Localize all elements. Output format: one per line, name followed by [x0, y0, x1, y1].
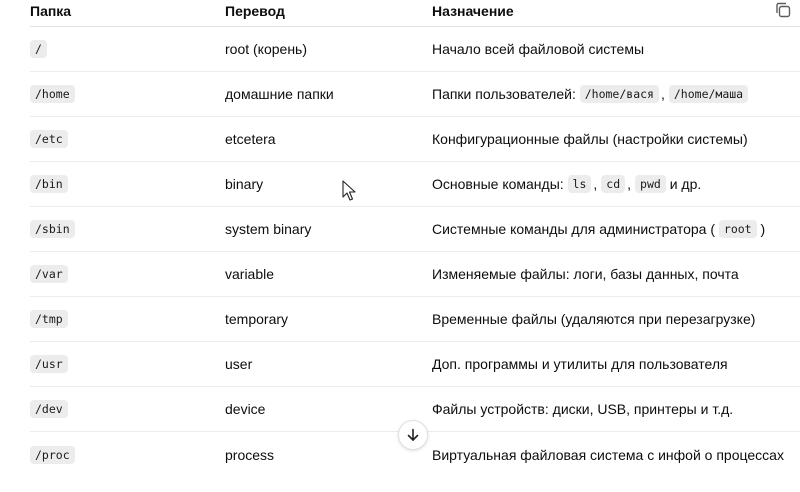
copy-icon[interactable] — [774, 1, 792, 19]
purpose-cell: Начало всей файловой системы — [432, 41, 645, 57]
folder-code: / — [30, 40, 47, 58]
table-header: Папка Перевод Назначение — [30, 0, 800, 27]
comma: , — [660, 86, 665, 102]
translation-cell: system binary — [225, 221, 312, 237]
table-row: /sbin system binary Системные команды дл… — [30, 207, 800, 252]
folder-code: /usr — [30, 355, 68, 373]
purpose-cell: Виртуальная файловая система с инфой о п… — [432, 446, 784, 463]
folder-code: /tmp — [30, 310, 68, 328]
inline-code: cd — [601, 175, 626, 193]
purpose-cell: Конфигурационные файлы (настройки систем… — [432, 131, 748, 147]
table-row: /etc etcetera Конфигурационные файлы (на… — [30, 117, 800, 162]
purpose-text: ) — [760, 221, 766, 237]
folder-code: /var — [30, 265, 68, 283]
header-folder: Папка — [30, 3, 72, 19]
purpose-cell: Файлы устройств: диски, USB, принтеры и … — [432, 401, 734, 417]
table-row: /usr user Доп. программы и утилиты для п… — [30, 342, 800, 387]
folder-code: /dev — [30, 400, 68, 418]
inline-code: root — [718, 220, 757, 238]
purpose-text: Основные команды: — [432, 176, 564, 192]
folder-code: /etc — [30, 130, 68, 148]
folder-code: /home — [30, 85, 75, 103]
folders-table: Папка Перевод Назначение / root (корень)… — [30, 0, 800, 477]
purpose-cell: Временные файлы (удаляются при перезагру… — [432, 311, 756, 327]
translation-cell: root (корень) — [225, 41, 308, 57]
header-translation: Перевод — [225, 3, 285, 19]
inline-code: ls — [567, 175, 592, 193]
comma: , — [627, 176, 632, 192]
table-row: /var variable Изменяемые файлы: логи, ба… — [30, 252, 800, 297]
translation-cell: variable — [225, 266, 275, 282]
inline-code: pwd — [635, 175, 666, 193]
mouse-pointer-icon — [342, 180, 356, 201]
arrow-down-icon — [405, 427, 421, 443]
purpose-text: Папки пользователей: — [432, 86, 576, 102]
folder-code: /bin — [30, 175, 68, 193]
translation-cell: user — [225, 356, 253, 372]
purpose-text: Системные команды для администратора ( — [432, 221, 716, 237]
scroll-to-bottom-button[interactable] — [398, 420, 428, 450]
header-purpose: Назначение — [432, 3, 514, 19]
translation-cell: binary — [225, 176, 264, 192]
inline-code: /home/вася — [579, 85, 659, 103]
folder-code: /sbin — [30, 220, 75, 238]
inline-code: /home/маша — [668, 85, 749, 103]
table-row: /tmp temporary Временные файлы (удаляютс… — [30, 297, 800, 342]
purpose-text: и др. — [669, 176, 702, 192]
purpose-cell: Системные команды для администратора ( r… — [432, 207, 800, 251]
translation-cell: temporary — [225, 311, 289, 327]
table-row: / root (корень) Начало всей файловой сис… — [30, 27, 800, 72]
table-row: /home домашние папки Папки пользователей… — [30, 72, 800, 117]
comma: , — [593, 176, 598, 192]
purpose-cell: Доп. программы и утилиты для пользовател… — [432, 356, 728, 372]
folder-code: /proc — [30, 445, 75, 464]
table-row: /bin binary Основные команды: ls, cd, pwd … — [30, 162, 800, 207]
purpose-cell: Папки пользователей: /home/вася,/home/ма… — [432, 72, 800, 116]
translation-cell: etcetera — [225, 131, 276, 147]
purpose-cell: Изменяемые файлы: логи, базы данных, поч… — [432, 266, 739, 282]
translation-cell: домашние папки — [225, 86, 334, 102]
purpose-cell: Основные команды: ls, cd, pwd и др. — [432, 162, 800, 206]
